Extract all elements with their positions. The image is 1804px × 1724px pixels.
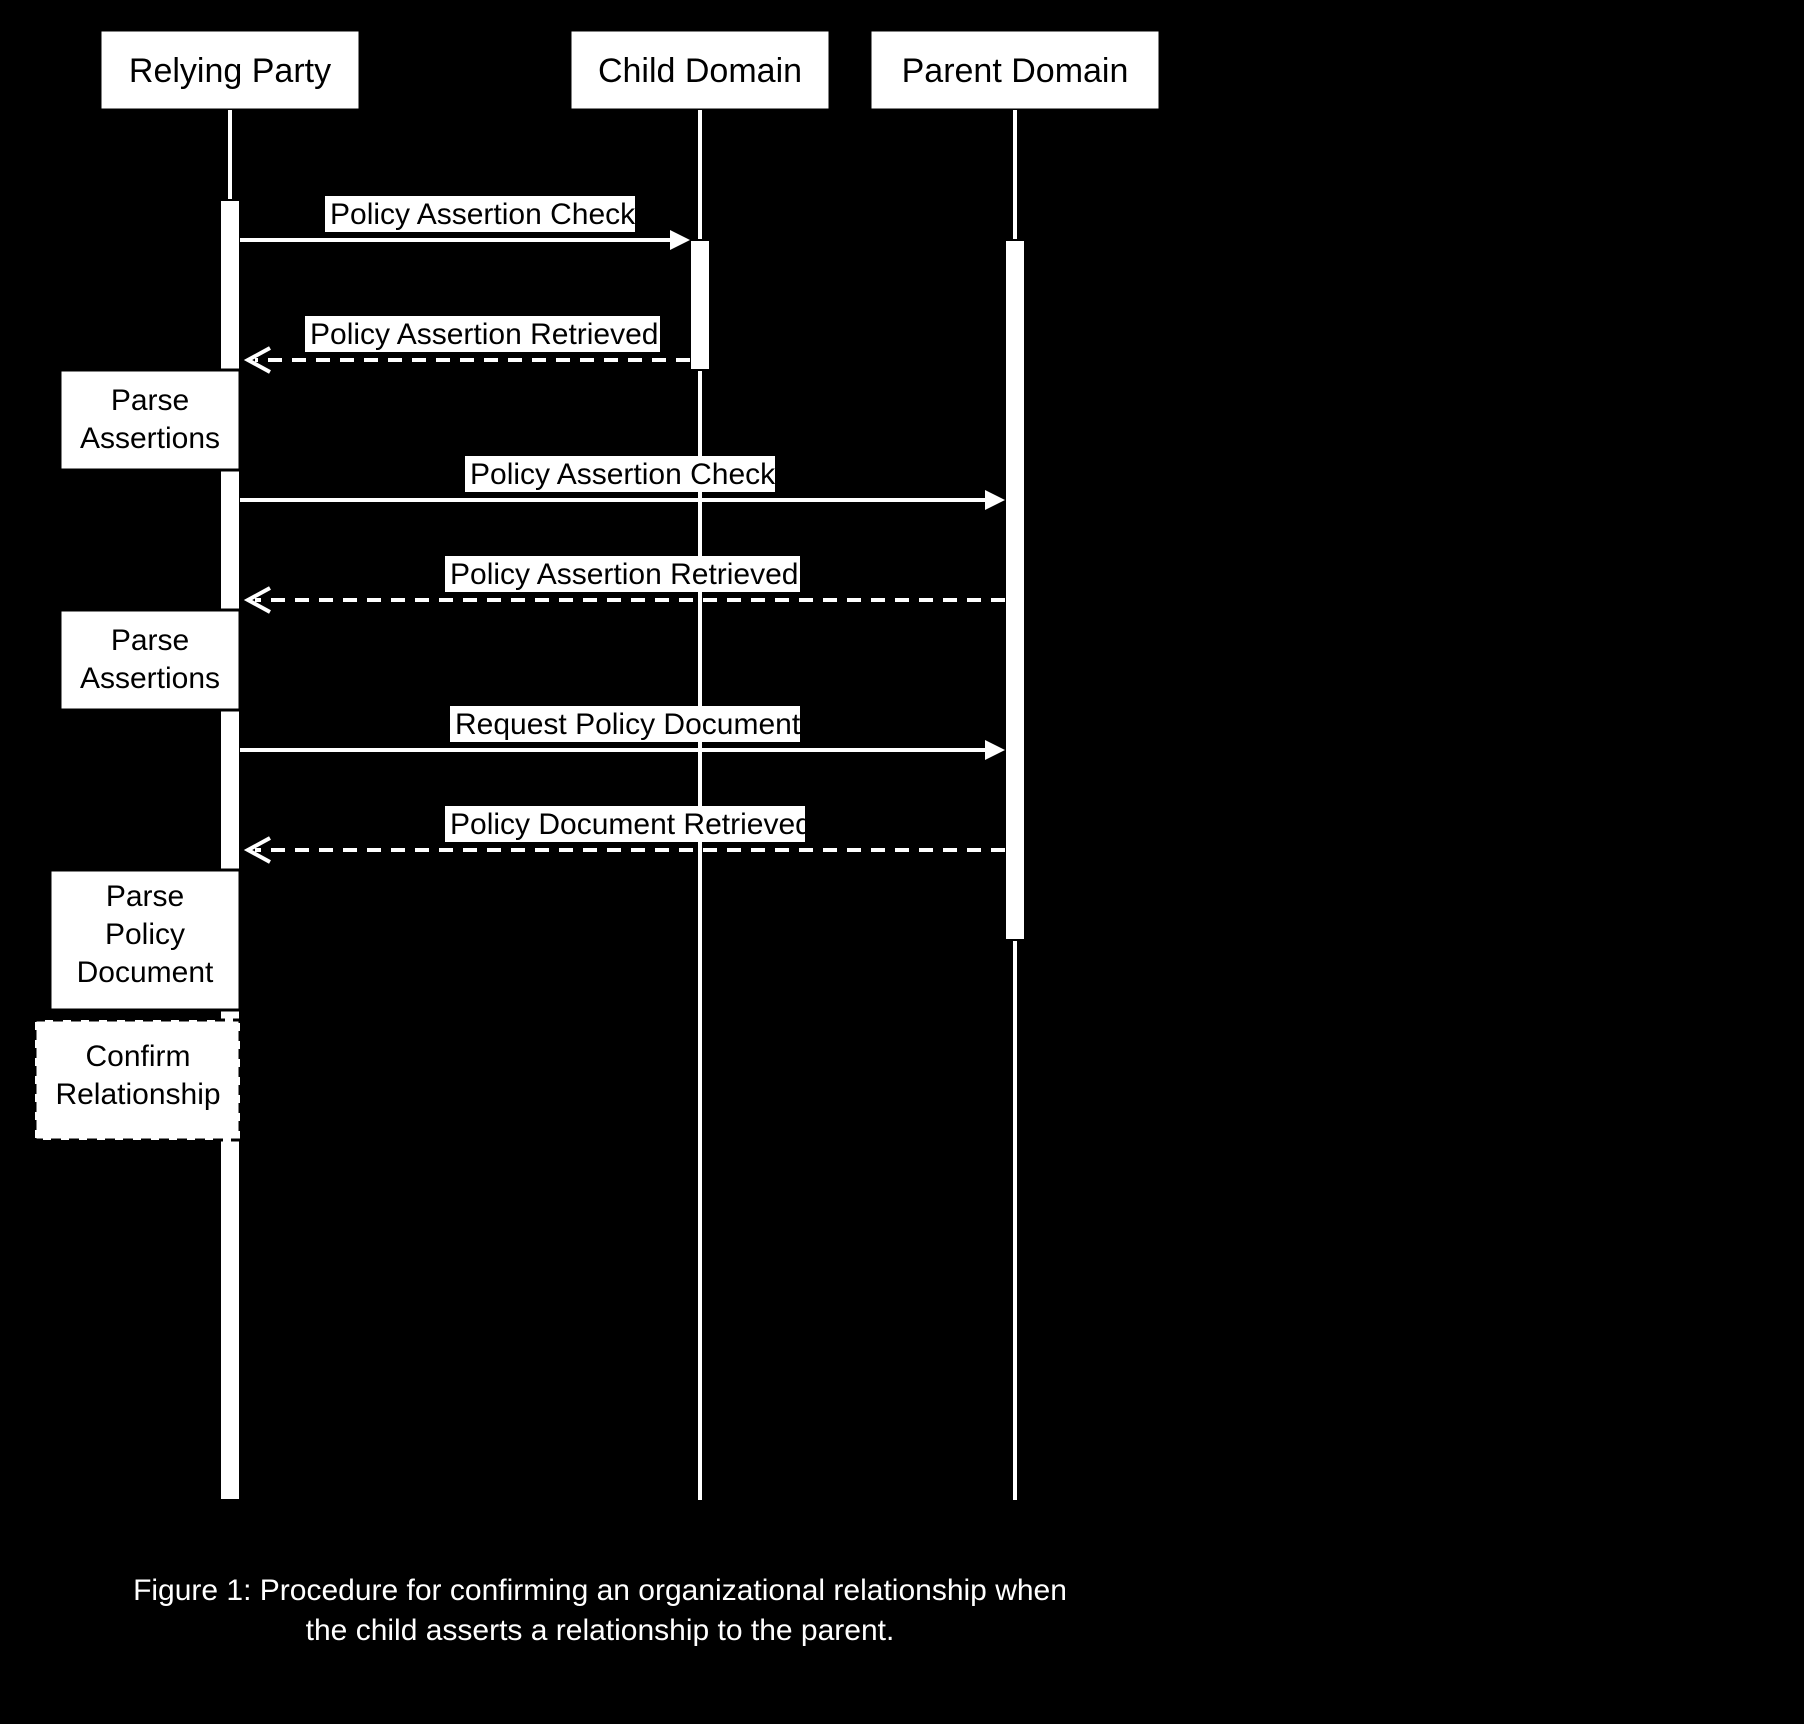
figure-caption-line2: the child asserts a relationship to the …: [306, 1614, 895, 1647]
action-parse-policy-document: Parse Policy Document: [50, 870, 240, 1010]
activation-parent-domain: [1005, 240, 1025, 940]
msg-label: Policy Assertion Check: [330, 198, 636, 231]
figure-caption-line1: Figure 1: Procedure for confirming an or…: [133, 1574, 1067, 1607]
svg-text:Parse: Parse: [111, 624, 189, 657]
activation-child-domain: [690, 240, 710, 370]
svg-text:Parse: Parse: [111, 384, 189, 417]
action-parse-assertions-1: Parse Assertions: [60, 370, 240, 470]
participant-label: Relying Party: [129, 52, 331, 90]
participant-parent-domain: Parent Domain: [870, 30, 1160, 110]
msg-label: Policy Assertion Retrieved: [310, 318, 659, 351]
msg-policy-assertion-check-1: Policy Assertion Check: [240, 196, 690, 250]
msg-request-policy-document: Request Policy Document: [240, 706, 1005, 760]
sequence-diagram: Relying Party Child Domain Parent Domain…: [0, 0, 1804, 1724]
svg-text:Assertions: Assertions: [80, 662, 220, 695]
svg-text:Relationship: Relationship: [55, 1078, 220, 1111]
svg-text:Document: Document: [77, 956, 214, 989]
msg-policy-assertion-retrieved-2: Policy Assertion Retrieved: [248, 556, 1005, 612]
participant-relying-party: Relying Party: [100, 30, 360, 110]
svg-text:Confirm: Confirm: [85, 1040, 190, 1073]
svg-text:Assertions: Assertions: [80, 422, 220, 455]
participant-label: Parent Domain: [902, 52, 1129, 90]
participant-child-domain: Child Domain: [570, 30, 830, 110]
msg-label: Policy Document Retrieved: [450, 808, 812, 841]
msg-policy-document-retrieved: Policy Document Retrieved: [248, 806, 1005, 862]
msg-policy-assertion-retrieved-1: Policy Assertion Retrieved: [248, 316, 690, 372]
svg-text:Policy: Policy: [105, 918, 185, 951]
action-confirm-relationship: Confirm Relationship: [35, 1020, 240, 1140]
msg-label: Policy Assertion Check: [470, 458, 776, 491]
participant-label: Child Domain: [598, 52, 802, 90]
action-parse-assertions-2: Parse Assertions: [60, 610, 240, 710]
msg-label: Request Policy Document: [455, 708, 801, 741]
msg-policy-assertion-check-2: Policy Assertion Check: [240, 456, 1005, 510]
msg-label: Policy Assertion Retrieved: [450, 558, 799, 591]
svg-text:Parse: Parse: [106, 880, 184, 913]
